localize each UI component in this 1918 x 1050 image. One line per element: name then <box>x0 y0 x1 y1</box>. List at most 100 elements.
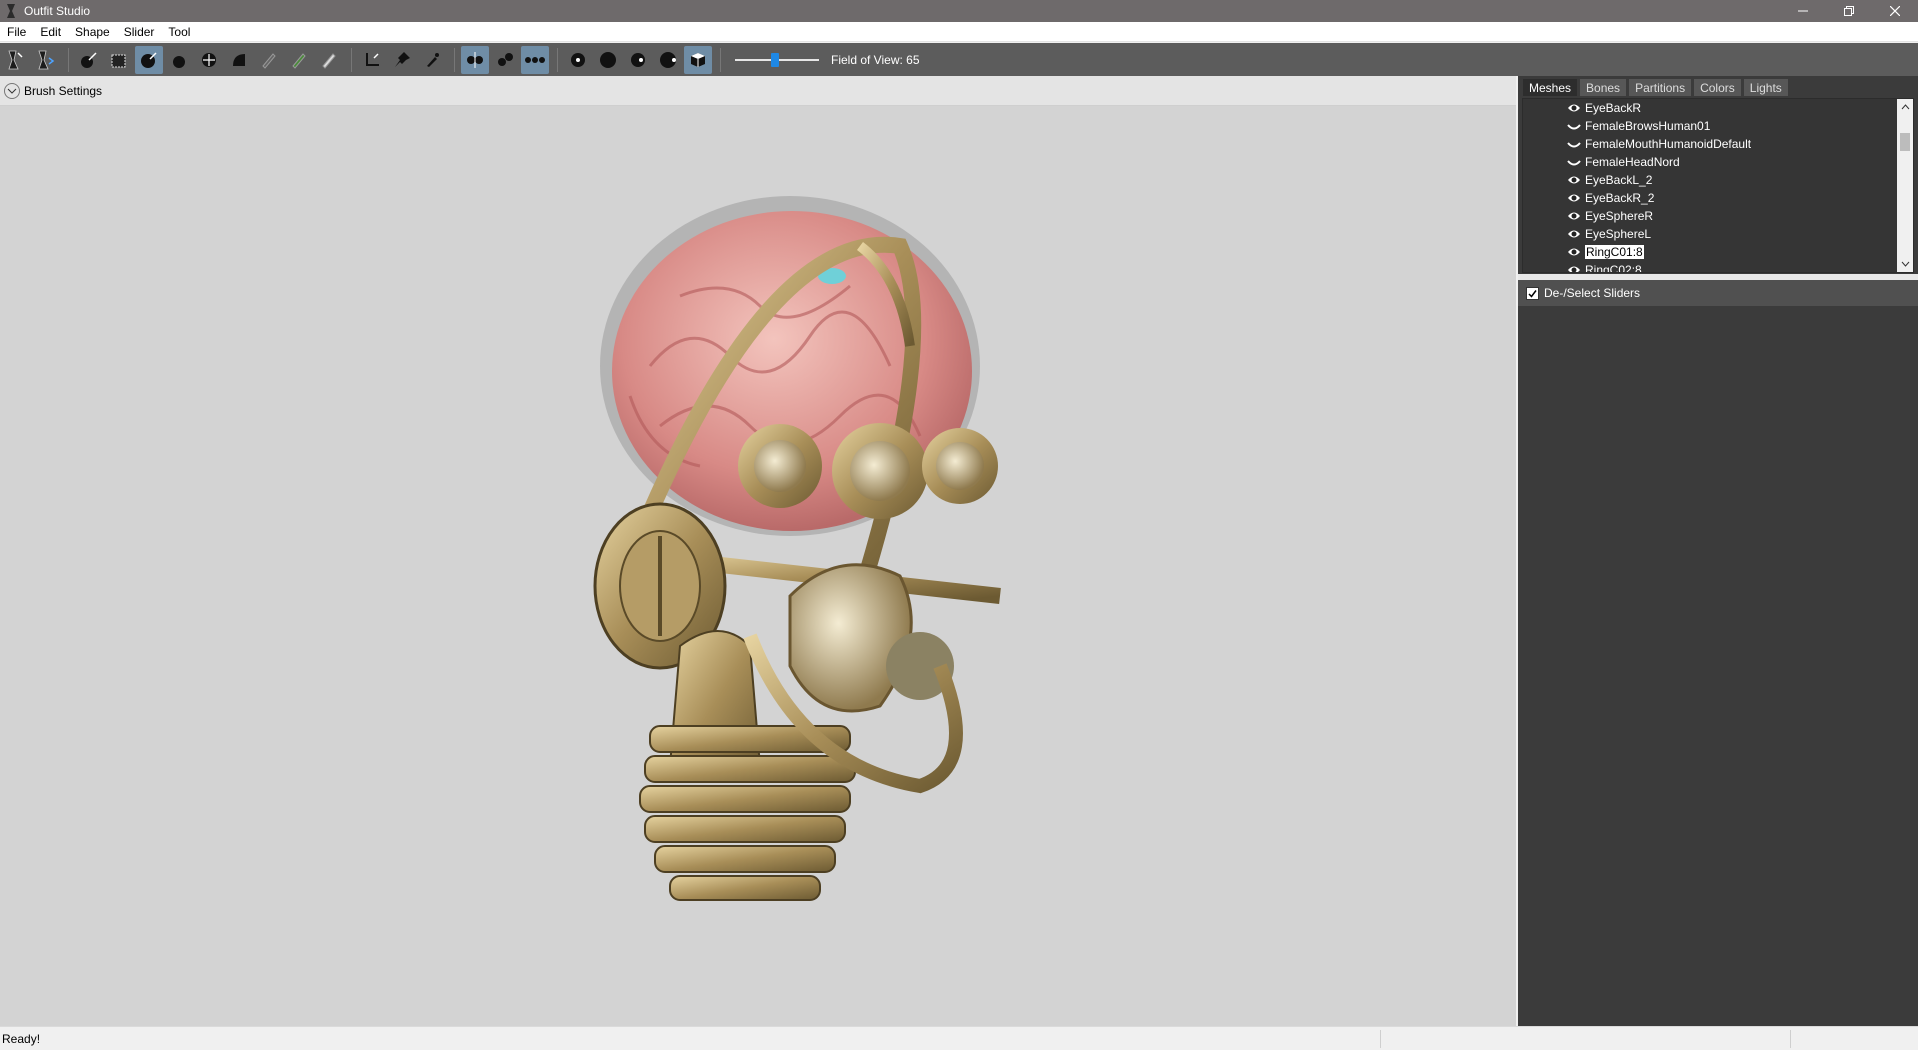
mesh-list[interactable]: EyeBackR FemaleBrowsHuman01 FemaleMouthH… <box>1522 98 1914 273</box>
status-separator <box>1790 1030 1791 1048</box>
expand-button[interactable] <box>4 82 20 99</box>
select-tool-button[interactable] <box>2 46 30 74</box>
close-icon <box>1890 6 1900 16</box>
move-brush-button[interactable] <box>195 46 223 74</box>
mesh-item[interactable]: EyeBackR <box>1523 99 1913 117</box>
minimize-button[interactable] <box>1780 0 1826 22</box>
select-tool-icon <box>8 50 23 69</box>
mask-brush-button[interactable] <box>255 46 283 74</box>
eye-icon[interactable] <box>1567 102 1581 114</box>
tab-lights[interactable]: Lights <box>1742 78 1789 97</box>
texture-button[interactable] <box>624 46 652 74</box>
mesh-list-scrollbar[interactable] <box>1897 99 1913 272</box>
x-mirror-button[interactable] <box>461 45 489 74</box>
connected-only-button[interactable] <box>491 46 519 74</box>
close-button[interactable] <box>1872 0 1918 22</box>
eyedropper-button[interactable] <box>418 46 446 74</box>
3d-viewport[interactable]: Brush Settings <box>0 76 1516 1026</box>
wireframe-button[interactable] <box>564 46 592 74</box>
tab-colors[interactable]: Colors <box>1693 78 1742 97</box>
panel-tabs: Meshes Bones Partitions Colors Lights <box>1522 78 1790 98</box>
scroll-up-button[interactable] <box>1897 99 1913 115</box>
brush-settings-bar[interactable]: Brush Settings <box>0 76 1516 106</box>
anchor-icon <box>366 52 379 66</box>
menu-slider[interactable]: Slider <box>117 22 162 42</box>
pivot-icon <box>81 51 97 68</box>
unmask-brush-icon <box>292 52 306 69</box>
eyedropper-icon <box>427 52 439 67</box>
menu-tool[interactable]: Tool <box>161 22 197 42</box>
cube-view-button[interactable] <box>684 45 712 74</box>
mesh-item[interactable]: FemaleMouthHumanoidDefault <box>1523 135 1913 153</box>
deflate-brush-button[interactable] <box>165 46 193 74</box>
field-of-view-label: Field of View: 65 <box>831 52 920 67</box>
mesh-item[interactable]: EyeSphereL <box>1523 225 1913 243</box>
chevron-down-icon <box>7 88 17 94</box>
menu-bar: File Edit Shape Slider Tool <box>0 22 1918 42</box>
eye-icon[interactable] <box>1567 174 1581 186</box>
minimize-icon <box>1798 10 1808 12</box>
mesh-item[interactable]: EyeBackL_2 <box>1523 171 1913 189</box>
vertex-select-icon <box>111 54 126 67</box>
eye-icon[interactable] <box>1567 210 1581 222</box>
mesh-item[interactable]: EyeBackR_2 <box>1523 189 1913 207</box>
pin-button[interactable] <box>388 46 416 74</box>
eye-icon[interactable] <box>1567 264 1581 273</box>
smooth-brush-icon <box>233 53 245 66</box>
scroll-down-button[interactable] <box>1897 256 1913 272</box>
vertex-select-button[interactable] <box>105 46 133 74</box>
eye-closed-icon[interactable] <box>1567 120 1581 132</box>
mesh-item[interactable]: EyeSphereR <box>1523 207 1913 225</box>
mesh-item[interactable]: RingC02:8 <box>1523 261 1913 273</box>
window-title: Outfit Studio <box>24 4 91 18</box>
field-of-view-slider[interactable] <box>735 50 819 70</box>
tab-partitions[interactable]: Partitions <box>1628 78 1693 97</box>
global-brush-button[interactable] <box>521 45 549 74</box>
smooth-brush-button[interactable] <box>225 46 253 74</box>
transform-tool-icon <box>38 50 55 69</box>
eye-icon[interactable] <box>1567 246 1581 258</box>
inflate-brush-icon <box>141 51 157 68</box>
head-model <box>593 196 1001 901</box>
pivot-button[interactable] <box>75 46 103 74</box>
anchor-button[interactable] <box>358 46 386 74</box>
lighting-button[interactable] <box>594 46 622 74</box>
status-bar: Ready! <box>0 1026 1918 1050</box>
mesh-item-selected[interactable]: RingC01:8 <box>1523 243 1913 261</box>
chevron-down-icon <box>1901 261 1909 267</box>
restore-icon <box>1844 6 1854 16</box>
eye-icon[interactable] <box>1567 228 1581 240</box>
mesh-item[interactable]: FemaleBrowsHuman01 <box>1523 117 1913 135</box>
inflate-brush-button[interactable] <box>135 45 163 74</box>
scroll-thumb[interactable] <box>1900 133 1910 151</box>
toolbar-separator <box>351 47 352 72</box>
slider-thumb[interactable] <box>771 52 779 67</box>
status-text: Ready! <box>2 1031 41 1046</box>
eye-icon[interactable] <box>1567 192 1581 204</box>
menu-file[interactable]: File <box>0 22 33 42</box>
right-panel: Meshes Bones Partitions Colors Lights Ey… <box>1518 76 1918 1026</box>
restore-button[interactable] <box>1826 0 1872 22</box>
brush-settings-label: Brush Settings <box>24 83 103 98</box>
weight-brush-button[interactable] <box>315 46 343 74</box>
cube-icon <box>691 52 705 67</box>
tab-meshes[interactable]: Meshes <box>1522 78 1579 97</box>
transform-tool-button[interactable] <box>32 46 60 74</box>
sliders-header[interactable]: De-/Select Sliders <box>1518 280 1918 306</box>
menu-shape[interactable]: Shape <box>68 22 117 42</box>
eye-closed-icon[interactable] <box>1567 156 1581 168</box>
tab-bones[interactable]: Bones <box>1579 78 1628 97</box>
menu-edit[interactable]: Edit <box>33 22 68 42</box>
vertex-color-button[interactable] <box>654 46 682 74</box>
toolbar-separator <box>68 47 69 72</box>
texture-icon <box>631 52 645 67</box>
sliders-header-label: De-/Select Sliders <box>1544 286 1641 300</box>
mesh-item[interactable]: FemaleHeadNord <box>1523 153 1913 171</box>
weight-brush-icon <box>322 52 336 69</box>
status-separator <box>1380 1030 1381 1048</box>
eye-closed-icon[interactable] <box>1567 138 1581 150</box>
pin-icon <box>395 51 410 67</box>
select-sliders-checkbox[interactable] <box>1526 286 1539 300</box>
unmask-brush-button[interactable] <box>285 46 313 74</box>
global-brush-icon <box>525 56 545 63</box>
